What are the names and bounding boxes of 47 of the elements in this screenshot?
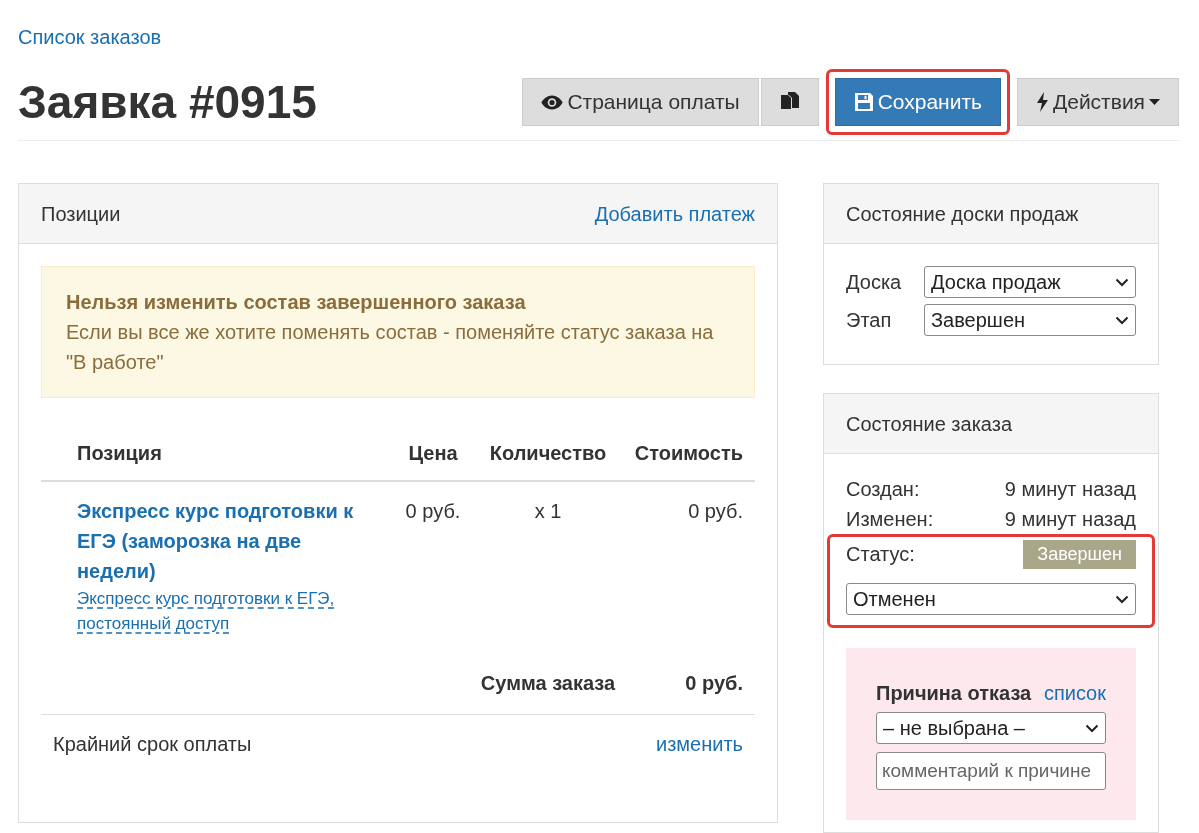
- select-field[interactable]: Доска продаж: [924, 266, 1136, 298]
- status-badge: Завершен: [1023, 539, 1136, 569]
- actions-dropdown-button[interactable]: Действия: [1017, 78, 1179, 126]
- select-field[interactable]: – не выбрана –: [876, 712, 1106, 744]
- payment-page-button[interactable]: Страница оплаты: [522, 78, 759, 126]
- eye-icon: [541, 94, 564, 110]
- column-header: Стоимость: [623, 438, 755, 482]
- panel-title: Состояние заказа: [846, 411, 1013, 437]
- list-link[interactable]: список: [1043, 678, 1106, 708]
- total-label: Сумма заказа: [473, 652, 623, 715]
- table-cell-text: 0 руб.: [404, 499, 462, 524]
- column-header: Цена: [393, 438, 473, 482]
- chevron-down-icon: [1085, 723, 1099, 733]
- alert-title: Нельзя изменить состав завершенного заказа: [66, 290, 527, 315]
- column-header: Количество: [473, 438, 623, 482]
- deadline-label: Крайний срок оплаты: [53, 732, 252, 757]
- add-payment-link[interactable]: Добавить платеж: [594, 198, 755, 229]
- info-value: 9 минут назад: [1004, 507, 1136, 532]
- offer-link[interactable]: Экспресс курс подготовки к ЕГЭ, постоянный доступ: [77, 586, 363, 636]
- panel-title: Позиции: [41, 201, 121, 227]
- info-label: Создан:: [846, 477, 920, 502]
- column-header: Позиция: [41, 438, 393, 482]
- field-label: Этап: [846, 308, 893, 333]
- comment-input[interactable]: комментарий к причине: [876, 752, 1106, 790]
- panel-title: Состояние доски продаж: [846, 201, 1079, 227]
- select-field[interactable]: Отменен: [846, 583, 1136, 615]
- product-link[interactable]: Экспресс курс подготовки к ЕГЭ (заморозка на две недели): [77, 496, 363, 586]
- chevron-down-icon: [1115, 277, 1129, 287]
- status-label: Статус:: [846, 542, 915, 567]
- save-button[interactable]: Сохранить: [834, 78, 1001, 126]
- caret-icon: [1149, 99, 1160, 105]
- alert-text: Если вы все же хотите поменять состав - поменяйте статус заказа на "В работе": [66, 320, 715, 375]
- chevron-down-icon: [1115, 594, 1129, 604]
- lightning-icon: [1036, 92, 1049, 112]
- table-cell-text: x 1: [533, 499, 563, 524]
- change-link[interactable]: изменить: [656, 729, 743, 759]
- copy-button[interactable]: [760, 78, 819, 126]
- field-label: Доска: [846, 270, 903, 295]
- breadcrumb-link[interactable]: Список заказов: [18, 22, 1180, 52]
- page-title: Заявка #0915: [18, 79, 317, 125]
- total-value: 0 руб.: [623, 652, 755, 715]
- reason-title: Причина отказа: [876, 681, 1032, 706]
- chevron-down-icon: [1115, 315, 1129, 325]
- table-cell-text: 0 руб.: [687, 499, 744, 524]
- info-label: Изменен:: [846, 507, 934, 532]
- info-value: 9 минут назад: [1004, 477, 1136, 502]
- select-field[interactable]: Завершен: [924, 304, 1136, 336]
